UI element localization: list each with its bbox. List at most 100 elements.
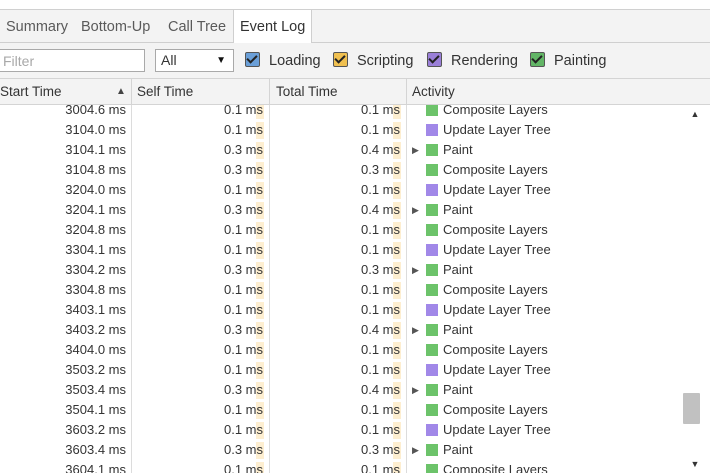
column-header-self-time[interactable]: Self Time [137, 79, 193, 104]
start-time-cell: 3004.6 ms [65, 105, 126, 117]
column-header-activity[interactable]: Activity [412, 79, 455, 104]
table-row[interactable]: 3304.8 ms 0.1 ms 0.1 ms Composite Layers [0, 280, 680, 300]
self-time-cell: 0.3 ms [223, 322, 263, 337]
activity-label: Paint [443, 322, 473, 337]
event-log-table: 3004.6 ms 0.1 ms 0.1 ms Composite Layers 310… [0, 105, 680, 473]
start-time-cell: 3603.4 ms [65, 442, 126, 457]
start-time-cell: 3304.1 ms [65, 242, 126, 257]
table-row[interactable]: 3304.2 ms 0.3 ms 0.3 ms ▶ Paint [0, 260, 680, 280]
column-divider[interactable] [131, 79, 132, 104]
tab-call-tree[interactable]: Call Tree [168, 10, 226, 43]
table-row[interactable]: 3004.6 ms 0.1 ms 0.1 ms Composite Layers [0, 105, 680, 120]
total-time-cell: 0.1 ms [360, 362, 400, 377]
activity-label: Composite Layers [443, 105, 548, 117]
tab-bar: Summary Bottom-Up Call Tree Event Log [0, 9, 710, 44]
table-row[interactable]: 3204.1 ms 0.3 ms 0.4 ms ▶ Paint [0, 200, 680, 220]
table-row[interactable]: 3403.2 ms 0.3 ms 0.4 ms ▶ Paint [0, 320, 680, 340]
category-swatch-icon [426, 464, 438, 473]
painting-label: Painting [554, 53, 607, 69]
self-time-cell: 0.1 ms [223, 302, 263, 317]
tab-bottom-up[interactable]: Bottom-Up [81, 10, 150, 43]
self-time-cell: 0.1 ms [223, 182, 263, 197]
total-time-cell: 0.1 ms [360, 222, 400, 237]
scroll-down-icon[interactable]: ▼ [680, 459, 710, 469]
checkbox-checked-icon [530, 52, 545, 67]
self-time-cell: 0.3 ms [223, 142, 263, 157]
self-time-cell: 0.3 ms [223, 262, 263, 277]
category-swatch-icon [426, 164, 438, 176]
activity-label: Update Layer Tree [443, 182, 551, 197]
self-time-cell: 0.1 ms [223, 342, 263, 357]
self-time-cell: 0.1 ms [223, 462, 263, 473]
total-time-cell: 0.1 ms [360, 342, 400, 357]
expand-arrow-icon[interactable]: ▶ [412, 140, 419, 160]
total-time-cell: 0.3 ms [360, 442, 400, 457]
self-time-cell: 0.1 ms [223, 105, 263, 117]
category-swatch-icon [426, 204, 438, 216]
checkbox-checked-icon [333, 52, 348, 67]
column-divider[interactable] [406, 79, 407, 104]
start-time-cell: 3604.1 ms [65, 462, 126, 473]
total-time-cell: 0.4 ms [360, 322, 400, 337]
scrollbar-thumb[interactable] [683, 393, 700, 424]
start-time-cell: 3603.2 ms [65, 422, 126, 437]
self-time-cell: 0.1 ms [223, 422, 263, 437]
self-time-cell: 0.3 ms [223, 202, 263, 217]
total-time-cell: 0.1 ms [360, 462, 400, 473]
self-time-cell: 0.3 ms [223, 382, 263, 397]
column-divider[interactable] [269, 79, 270, 104]
filter-toolbar: All ▼ Loading Scripting Rendering Painti… [0, 43, 710, 79]
start-time-cell: 3403.2 ms [65, 322, 126, 337]
category-swatch-icon [426, 424, 438, 436]
table-row[interactable]: 3603.2 ms 0.1 ms 0.1 ms Update Layer Tree [0, 420, 680, 440]
loading-checkbox[interactable]: Loading [245, 51, 321, 71]
start-time-cell: 3104.0 ms [65, 122, 126, 137]
category-select-value: All [161, 52, 177, 68]
table-row[interactable]: 3104.0 ms 0.1 ms 0.1 ms Update Layer Tree [0, 120, 680, 140]
table-row[interactable]: 3604.1 ms 0.1 ms 0.1 ms Composite Layers [0, 460, 680, 473]
total-time-cell: 0.4 ms [360, 202, 400, 217]
chevron-down-icon: ▼ [216, 55, 226, 66]
category-swatch-icon [426, 224, 438, 236]
tab-summary[interactable]: Summary [6, 10, 68, 43]
table-row[interactable]: 3404.0 ms 0.1 ms 0.1 ms Composite Layers [0, 340, 680, 360]
filter-input[interactable] [0, 49, 145, 72]
activity-label: Update Layer Tree [443, 242, 551, 257]
tab-event-log[interactable]: Event Log [233, 10, 313, 44]
table-row[interactable]: 3304.1 ms 0.1 ms 0.1 ms Update Layer Tree [0, 240, 680, 260]
category-swatch-icon [426, 105, 438, 116]
painting-checkbox[interactable]: Painting [530, 51, 606, 71]
column-header-total-time[interactable]: Total Time [276, 79, 338, 104]
activity-label: Paint [443, 142, 473, 157]
expand-arrow-icon[interactable]: ▶ [412, 380, 419, 400]
table-row[interactable]: 3204.0 ms 0.1 ms 0.1 ms Update Layer Tree [0, 180, 680, 200]
start-time-cell: 3404.0 ms [65, 342, 126, 357]
scripting-checkbox[interactable]: Scripting [333, 51, 413, 71]
table-row[interactable]: 3504.1 ms 0.1 ms 0.1 ms Composite Layers [0, 400, 680, 420]
expand-arrow-icon[interactable]: ▶ [412, 260, 419, 280]
expand-arrow-icon[interactable]: ▶ [412, 200, 419, 220]
start-time-cell: 3204.0 ms [65, 182, 126, 197]
category-select[interactable]: All ▼ [155, 49, 234, 72]
expand-arrow-icon[interactable]: ▶ [412, 440, 419, 460]
table-row[interactable]: 3503.2 ms 0.1 ms 0.1 ms Update Layer Tree [0, 360, 680, 380]
table-row[interactable]: 3503.4 ms 0.3 ms 0.4 ms ▶ Paint [0, 380, 680, 400]
table-row[interactable]: 3204.8 ms 0.1 ms 0.1 ms Composite Layers [0, 220, 680, 240]
table-row[interactable]: 3104.1 ms 0.3 ms 0.4 ms ▶ Paint [0, 140, 680, 160]
activity-label: Composite Layers [443, 342, 548, 357]
start-time-cell: 3504.1 ms [65, 402, 126, 417]
table-row[interactable]: 3104.8 ms 0.3 ms 0.3 ms Composite Layers [0, 160, 680, 180]
total-time-cell: 0.1 ms [360, 182, 400, 197]
category-swatch-icon [426, 184, 438, 196]
category-swatch-icon [426, 364, 438, 376]
rendering-checkbox[interactable]: Rendering [427, 51, 518, 71]
self-time-cell: 0.1 ms [223, 362, 263, 377]
table-row[interactable]: 3603.4 ms 0.3 ms 0.3 ms ▶ Paint [0, 440, 680, 460]
top-strip [0, 0, 710, 9]
total-time-cell: 0.4 ms [360, 142, 400, 157]
scroll-up-icon[interactable]: ▲ [680, 109, 710, 119]
total-time-cell: 0.4 ms [360, 382, 400, 397]
column-header-start-time[interactable]: Start Time [0, 79, 62, 104]
table-row[interactable]: 3403.1 ms 0.1 ms 0.1 ms Update Layer Tree [0, 300, 680, 320]
expand-arrow-icon[interactable]: ▶ [412, 320, 419, 340]
